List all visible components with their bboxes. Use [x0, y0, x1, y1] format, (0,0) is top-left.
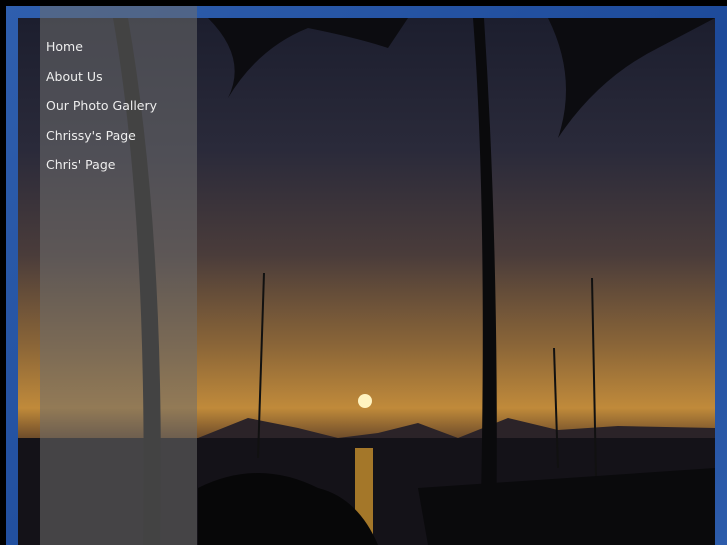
main-nav: Home About Us Our Photo Gallery Chrissy'… — [46, 40, 157, 188]
sun — [358, 394, 372, 408]
nav-chrissys-page-link[interactable]: Chrissy's Page — [46, 128, 157, 159]
nav-chris-page-link[interactable]: Chris' Page — [46, 158, 157, 188]
nav-about-us-link[interactable]: About Us — [46, 69, 157, 100]
palm-fronds — [208, 18, 408, 98]
palm-fronds-right — [548, 18, 715, 138]
nav-home-link[interactable]: Home — [46, 40, 157, 70]
nav-photo-gallery-link[interactable]: Our Photo Gallery — [46, 99, 157, 129]
